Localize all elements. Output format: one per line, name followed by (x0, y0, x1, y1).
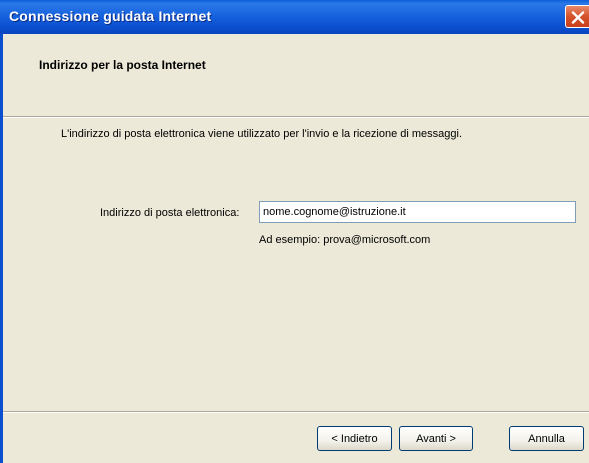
close-icon (571, 11, 585, 24)
example-text: Ad esempio: prova@microsoft.com (259, 234, 431, 246)
page-heading: Indirizzo per la posta Internet (39, 58, 206, 72)
title-bar: Connessione guidata Internet (0, 0, 589, 34)
back-button[interactable]: < Indietro (317, 426, 392, 451)
header-divider (3, 116, 589, 118)
footer-divider (3, 411, 589, 413)
close-button[interactable] (565, 5, 589, 28)
email-label: Indirizzo di posta elettronica: (100, 207, 240, 219)
wizard-header: Indirizzo per la posta Internet (3, 34, 589, 116)
description-text: L'indirizzo di posta elettronica viene u… (61, 128, 463, 140)
next-button[interactable]: Avanti > (399, 426, 473, 451)
window-title: Connessione guidata Internet (9, 8, 212, 24)
email-input[interactable] (259, 201, 576, 223)
cancel-button[interactable]: Annulla (509, 426, 584, 451)
